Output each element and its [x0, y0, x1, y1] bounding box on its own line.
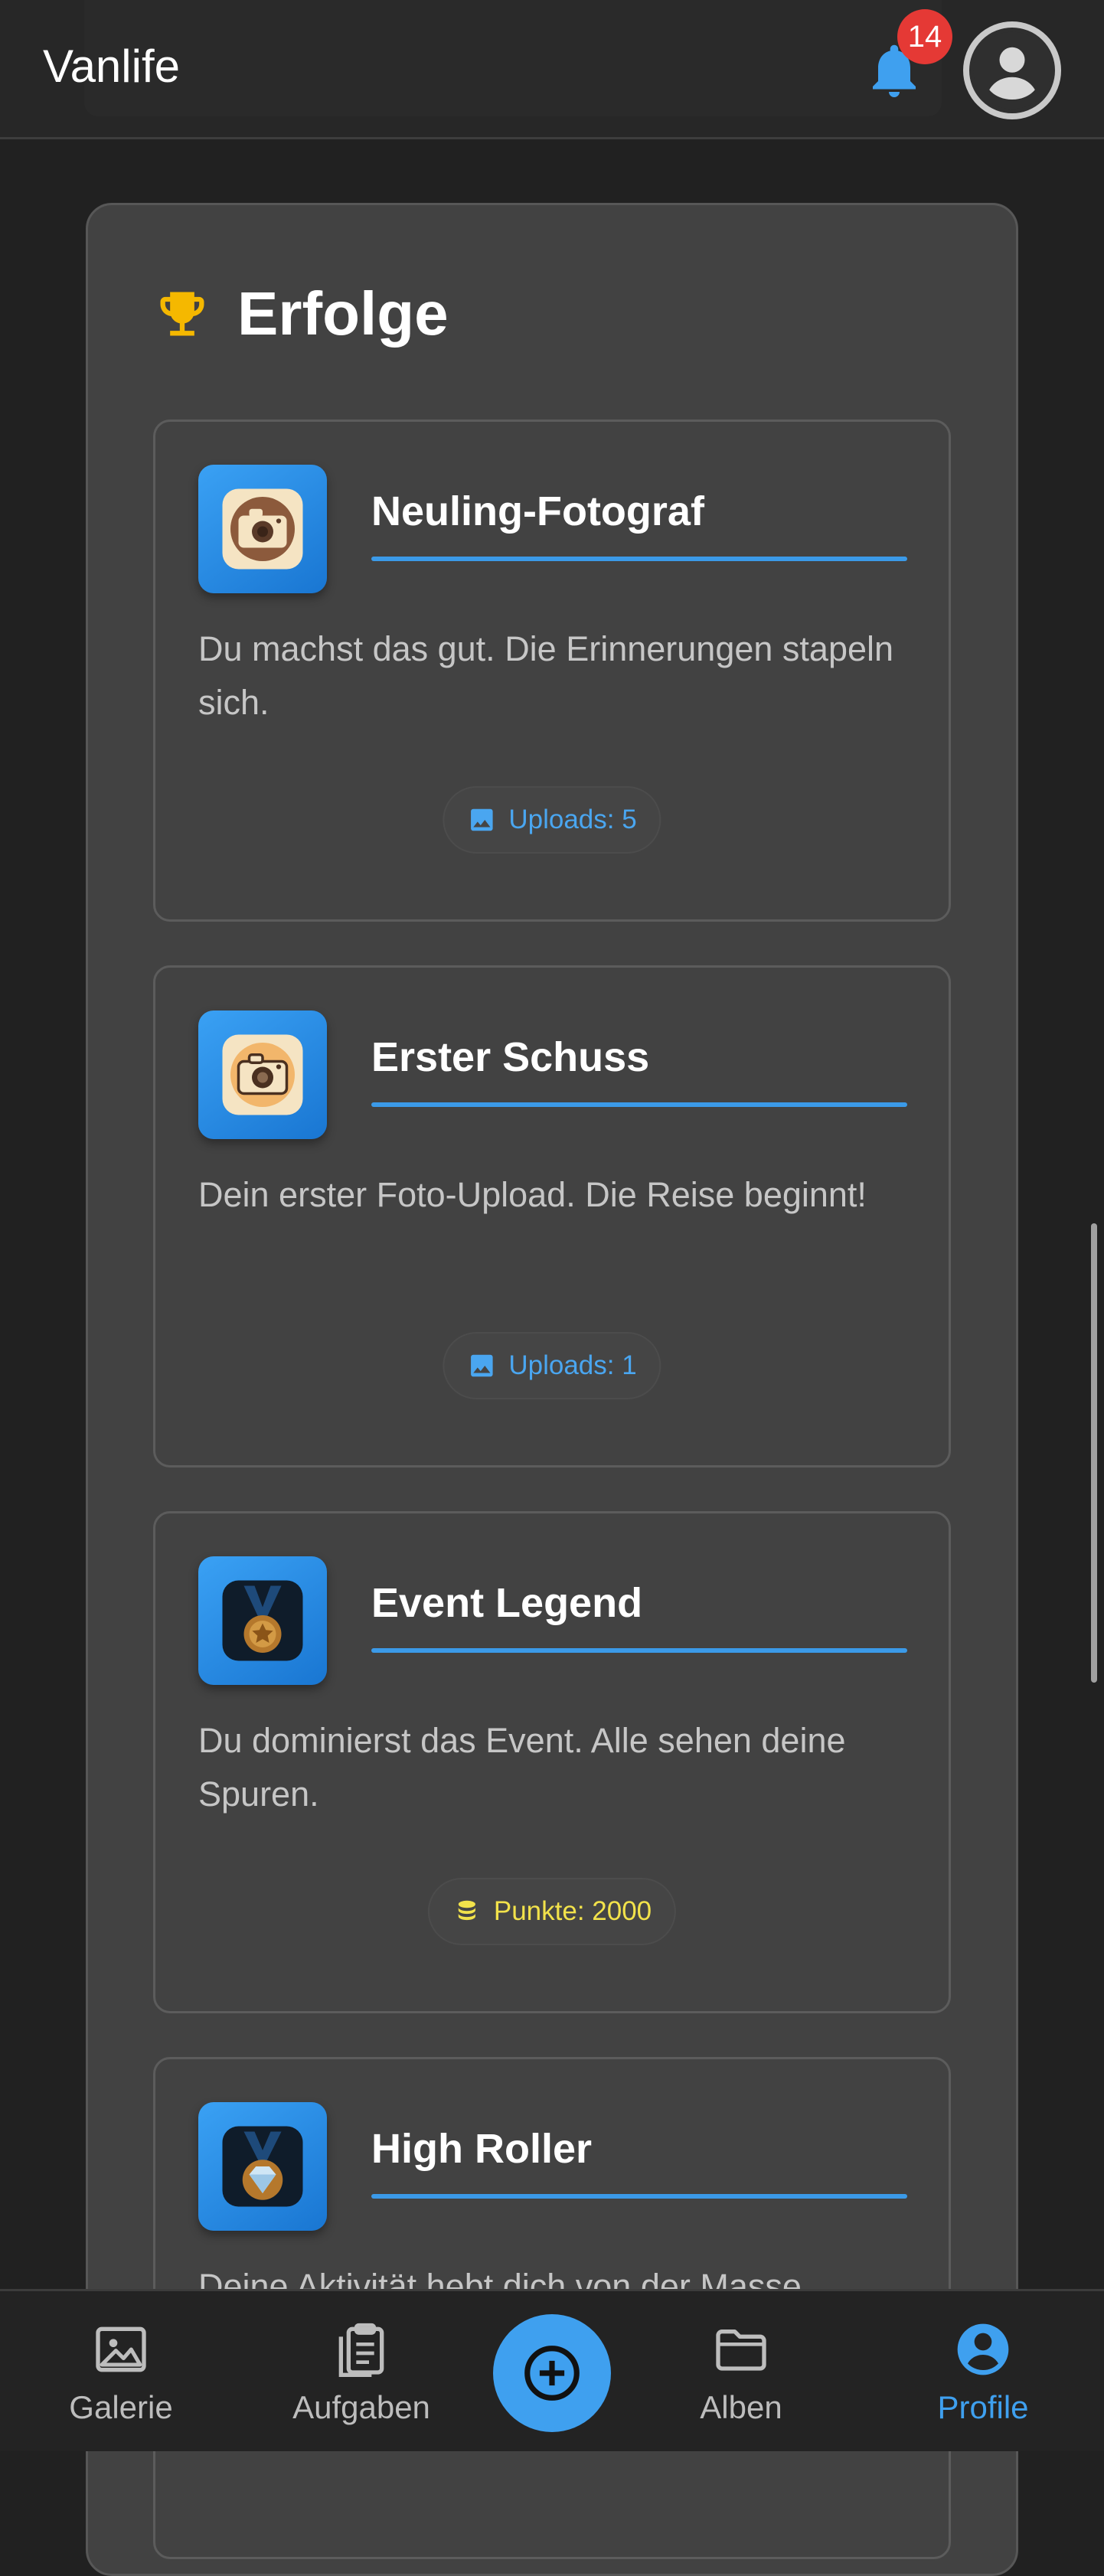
image-icon: [96, 2326, 146, 2372]
nav-item-alben[interactable]: Alben: [649, 2319, 833, 2426]
trophy-icon: [160, 292, 204, 336]
stat-chip-label: Punkte: 2000: [493, 1896, 652, 1926]
nav-item-aufgaben[interactable]: Aufgaben: [269, 2319, 453, 2426]
achievement-title: Neuling-Fotograf: [371, 488, 704, 534]
title-underline: [371, 557, 907, 561]
clipboard-icon: [338, 2323, 384, 2377]
stat-chip: Uploads: 1: [443, 1332, 661, 1399]
stat-chip: Punkte: 2000: [427, 1878, 677, 1945]
image-icon: [471, 1354, 493, 1377]
achievement-card[interactable]: Neuling-Fotograf Du machst das gut. Die …: [153, 420, 951, 922]
stat-chip-label: Uploads: 5: [508, 805, 637, 834]
achievement-description: Dein erster Foto-Upload. Die Reise begin…: [198, 1175, 867, 1214]
medal-icon: [198, 1556, 327, 1685]
nav-item-galerie[interactable]: Galerie: [29, 2319, 213, 2426]
section-title: Erfolge: [237, 279, 449, 348]
app-title: Vanlife: [43, 41, 181, 92]
plus-circle-icon: [524, 2346, 580, 2401]
account-icon: [957, 2323, 1009, 2375]
scrollbar[interactable]: [1091, 1223, 1097, 1683]
achievement-title: High Roller: [371, 2126, 593, 2172]
achievement-description: Du dominierst das Event. Alle sehen dein…: [198, 1721, 846, 1814]
nav-label: Alben: [700, 2389, 782, 2425]
avatar[interactable]: [963, 21, 1061, 119]
stat-chip: Uploads: 5: [443, 786, 661, 854]
folder-icon: [716, 2330, 766, 2371]
account-icon: [973, 31, 1051, 109]
diamond-medal-icon: [198, 2102, 327, 2231]
achievement-title: Erster Schuss: [371, 1034, 650, 1080]
add-button[interactable]: [493, 2314, 611, 2432]
nav-label: Galerie: [69, 2389, 173, 2425]
image-icon: [471, 808, 493, 831]
bottom-navigation: Galerie Aufgaben Alben Profile: [0, 2289, 1104, 2451]
achievement-title: Event Legend: [371, 1580, 643, 1626]
achievement-description: Du machst das gut. Die Erinnerungen stap…: [198, 629, 894, 722]
header-backdrop: [84, 0, 942, 116]
camera-icon: [198, 1010, 327, 1139]
achievement-card[interactable]: Event Legend Du dominierst das Event. Al…: [153, 1511, 951, 2013]
title-underline: [371, 2194, 907, 2199]
nav-label: Aufgaben: [292, 2389, 430, 2425]
section-header: Erfolge: [153, 276, 449, 352]
app-header: Vanlife 14: [0, 0, 1104, 139]
camera-icon: [198, 465, 327, 593]
title-underline: [371, 1648, 907, 1653]
achievement-card[interactable]: Erster Schuss Dein erster Foto-Upload. D…: [153, 965, 951, 1468]
stat-chip-label: Uploads: 1: [508, 1350, 637, 1380]
nav-item-profile[interactable]: Profile: [891, 2319, 1075, 2426]
nav-label: Profile: [937, 2389, 1029, 2425]
title-underline: [371, 1102, 907, 1107]
coins-icon: [458, 1900, 475, 1921]
notification-badge: 14: [897, 9, 952, 64]
